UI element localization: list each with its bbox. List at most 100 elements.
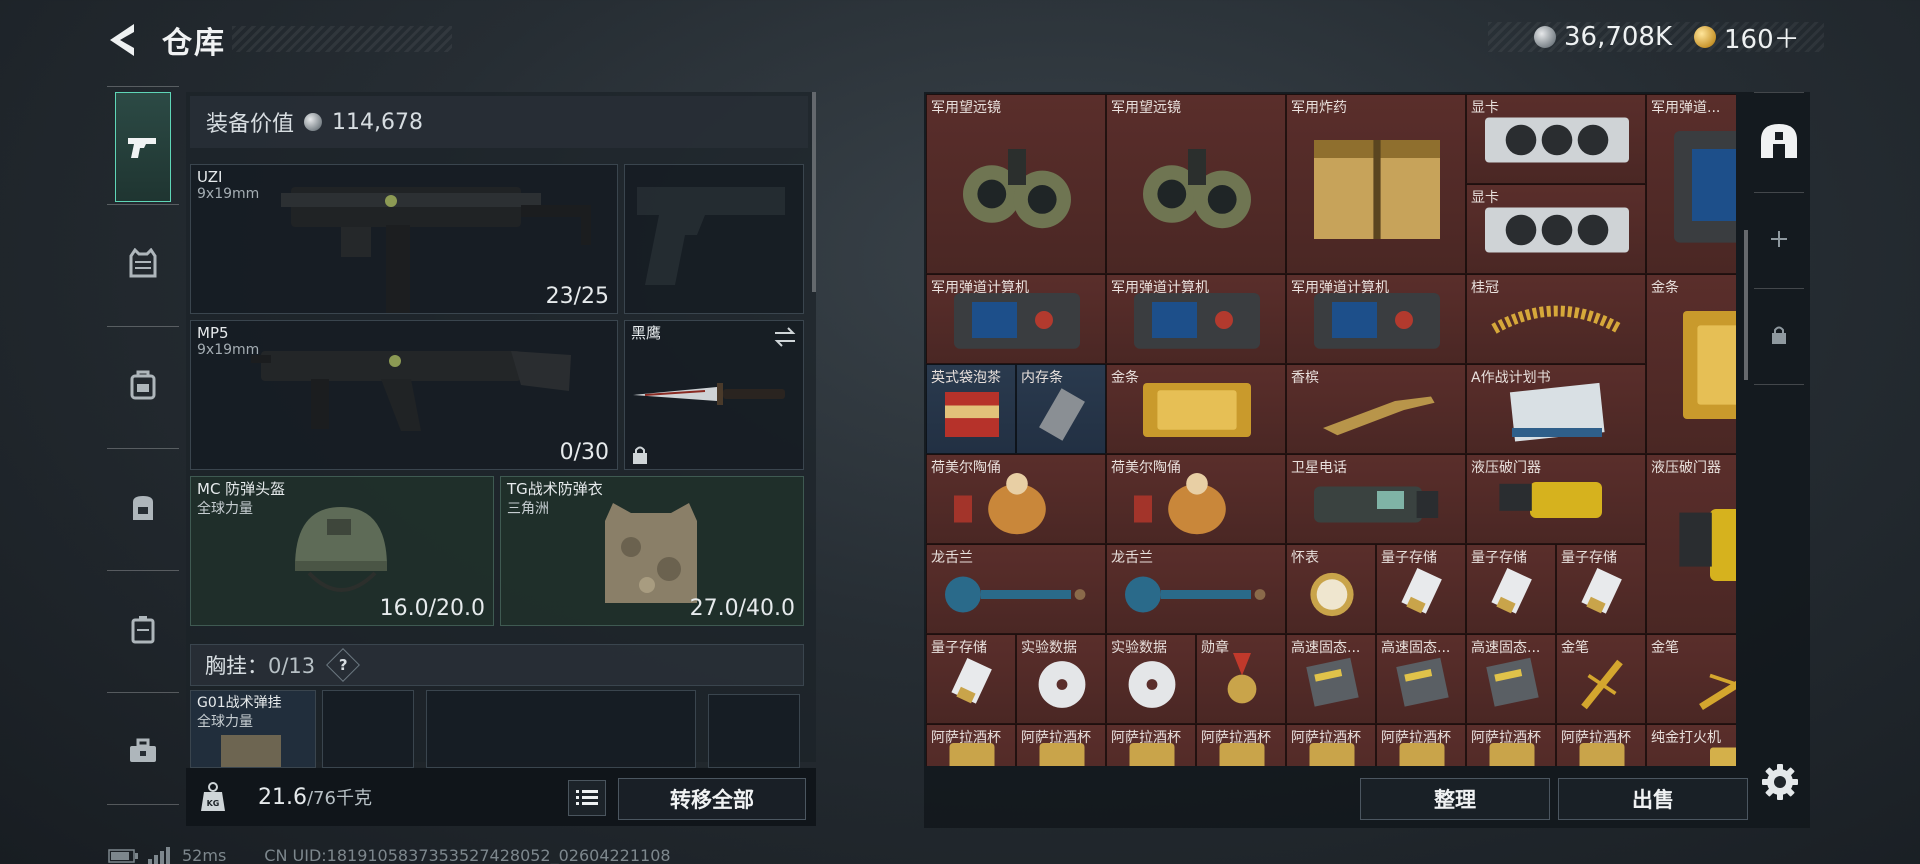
binoculars-icon	[1143, 149, 1251, 229]
chest-rig-pocket[interactable]	[322, 690, 414, 768]
storage-item[interactable]: 实验数据	[1106, 634, 1196, 724]
storage-item[interactable]: 阿萨拉酒杯	[1106, 724, 1196, 766]
item-name: 军用炸药	[1291, 100, 1347, 116]
lock-icon	[633, 446, 647, 464]
storage-item[interactable]: 纯金打火机	[1646, 724, 1736, 766]
storage-item[interactable]: 军用望远镜	[926, 94, 1106, 274]
locked-tab[interactable]	[1750, 290, 1808, 380]
storage-item[interactable]: 阿萨拉酒杯	[1556, 724, 1646, 766]
transfer-all-button[interactable]: 转移全部	[618, 778, 806, 820]
chest-rig-capacity: 0/13	[268, 654, 316, 678]
pistol-slot[interactable]	[624, 164, 804, 314]
primary-weapon-slot[interactable]: UZI 9x19mm 23/25	[190, 164, 618, 314]
list-view-button[interactable]	[568, 780, 606, 816]
storage-item[interactable]: 阿萨拉酒杯	[1376, 724, 1466, 766]
storage-item[interactable]: 液压破门器	[1466, 454, 1646, 544]
storage-item[interactable]: 卫星电话	[1286, 454, 1466, 544]
storage-item[interactable]: 阿萨拉酒杯	[1016, 724, 1106, 766]
storage-item[interactable]: 阿萨拉酒杯	[1286, 724, 1376, 766]
sort-button[interactable]: 整理	[1360, 778, 1550, 820]
chest-rig-item-slot[interactable]: G01战术弹挂 全球力量	[190, 690, 316, 768]
storage-item[interactable]: 液压破门器	[1646, 454, 1736, 634]
binoculars-icon	[963, 149, 1071, 229]
storage-item[interactable]: 量子存储	[1556, 544, 1646, 634]
storage-item[interactable]: 勋章	[1196, 634, 1286, 724]
item-name: 英式袋泡茶	[931, 370, 1001, 386]
storage-item[interactable]: 军用弹道...	[1646, 94, 1736, 274]
plus-icon	[1771, 231, 1787, 247]
signal-icon	[148, 846, 170, 864]
storage-item[interactable]: 高速固态...	[1376, 634, 1466, 724]
help-button[interactable]: ?	[326, 648, 361, 682]
storage-item[interactable]: 阿萨拉酒杯	[1466, 724, 1556, 766]
item-name: 实验数据	[1111, 640, 1167, 656]
storage-item[interactable]: 金笔	[1556, 634, 1646, 724]
storage-scrollbar[interactable]	[1744, 230, 1748, 380]
tab-warehouse[interactable]	[1750, 96, 1808, 186]
storage-item[interactable]: 金条	[1646, 274, 1736, 454]
storage-item[interactable]: 怀表	[1286, 544, 1376, 634]
item-name: 阿萨拉酒杯	[931, 730, 1001, 746]
add-tab-button[interactable]	[1750, 194, 1808, 284]
storage-item[interactable]: 军用弹道计算机	[1286, 274, 1466, 364]
storage-item[interactable]: 量子存储	[926, 634, 1016, 724]
storage-item[interactable]: 荷美尔陶俑	[926, 454, 1106, 544]
storage-item[interactable]: 荷美尔陶俑	[1106, 454, 1286, 544]
storage-item[interactable]: 龙舌兰	[1106, 544, 1286, 634]
storage-item[interactable]: 实验数据	[1016, 634, 1106, 724]
storage-item[interactable]: 高速固态...	[1286, 634, 1376, 724]
loadout-scrollbar[interactable]	[812, 92, 816, 292]
breacher-icon	[1679, 509, 1736, 581]
nav-toolbox[interactable]	[107, 696, 179, 806]
nav-chest-rig[interactable]	[107, 330, 179, 440]
item-name: 怀表	[1291, 550, 1319, 566]
secondary-weapon-slot[interactable]: MP5 9x19mm 0/30	[190, 320, 618, 470]
swap-icon[interactable]	[773, 327, 797, 347]
storage-item[interactable]: 香槟	[1286, 364, 1466, 454]
lock-icon	[1772, 326, 1786, 344]
back-button[interactable]	[104, 20, 144, 60]
weapon-ammo: 0/30	[559, 440, 609, 465]
helmet-brand: 全球力量	[197, 501, 253, 517]
storage-item[interactable]: 量子存储	[1376, 544, 1466, 634]
melee-slot[interactable]: 黑鹰	[624, 320, 804, 470]
armor-slot[interactable]: TG战术防弹衣 三角洲 27.0/40.0	[500, 476, 804, 626]
nav-weapons[interactable]	[115, 92, 171, 202]
sell-button[interactable]: 出售	[1558, 778, 1748, 820]
storage-tabs	[1750, 92, 1808, 542]
explosive-icon	[1314, 140, 1440, 239]
storage-item[interactable]: 阿萨拉酒杯	[1196, 724, 1286, 766]
weapon-name: MP5	[197, 324, 229, 342]
nav-backpack[interactable]	[107, 452, 179, 562]
status-bar: 52ms CN UID:1819105837353527428052_02604…	[108, 846, 671, 864]
storage-item[interactable]: 显卡	[1466, 94, 1646, 184]
helmet-slot[interactable]: MC 防弹头盔 全球力量 16.0/20.0	[190, 476, 494, 626]
chest-rig-pocket[interactable]	[426, 690, 696, 768]
storage-item[interactable]: 军用弹道计算机	[1106, 274, 1286, 364]
storage-item[interactable]: 英式袋泡茶	[926, 364, 1016, 454]
storage-item[interactable]: 金笔	[1646, 634, 1736, 724]
gold-currency[interactable]: 160＋	[1694, 22, 1800, 55]
chest-rig-header: 胸挂：0/13 ?	[190, 644, 804, 686]
settings-button[interactable]	[1760, 762, 1800, 802]
storage-item[interactable]: 军用弹道计算机	[926, 274, 1106, 364]
chest-rig-pocket[interactable]	[708, 694, 800, 768]
storage-item[interactable]: 军用望远镜	[1106, 94, 1286, 274]
equipment-value-bar: 装备价值 114,678	[190, 96, 808, 148]
storage-item[interactable]: 高速固态...	[1466, 634, 1556, 724]
nav-armor[interactable]	[107, 208, 179, 318]
storage-item[interactable]: 金条	[1106, 364, 1286, 454]
storage-item[interactable]: 量子存储	[1466, 544, 1556, 634]
storage-item[interactable]: A作战计划书	[1466, 364, 1646, 454]
storage-item[interactable]: 龙舌兰	[926, 544, 1106, 634]
toolbox-icon	[130, 738, 156, 762]
storage-item[interactable]: 军用炸药	[1286, 94, 1466, 274]
storage-item[interactable]: 阿萨拉酒杯	[926, 724, 1016, 766]
storage-item[interactable]: 显卡	[1466, 184, 1646, 274]
storage-grid: 军用望远镜 军用望远镜 军用炸药 显卡 显卡 军用弹道... 军用弹道计算机 军用弹道计算机军…	[926, 94, 1736, 766]
storage-item[interactable]: 内存条	[1016, 364, 1106, 454]
silver-currency[interactable]: 36,708K	[1534, 22, 1672, 52]
nav-case[interactable]	[107, 574, 179, 684]
storage-item[interactable]: 桂冠	[1466, 274, 1646, 364]
weight-unit: /76千克	[306, 788, 372, 809]
